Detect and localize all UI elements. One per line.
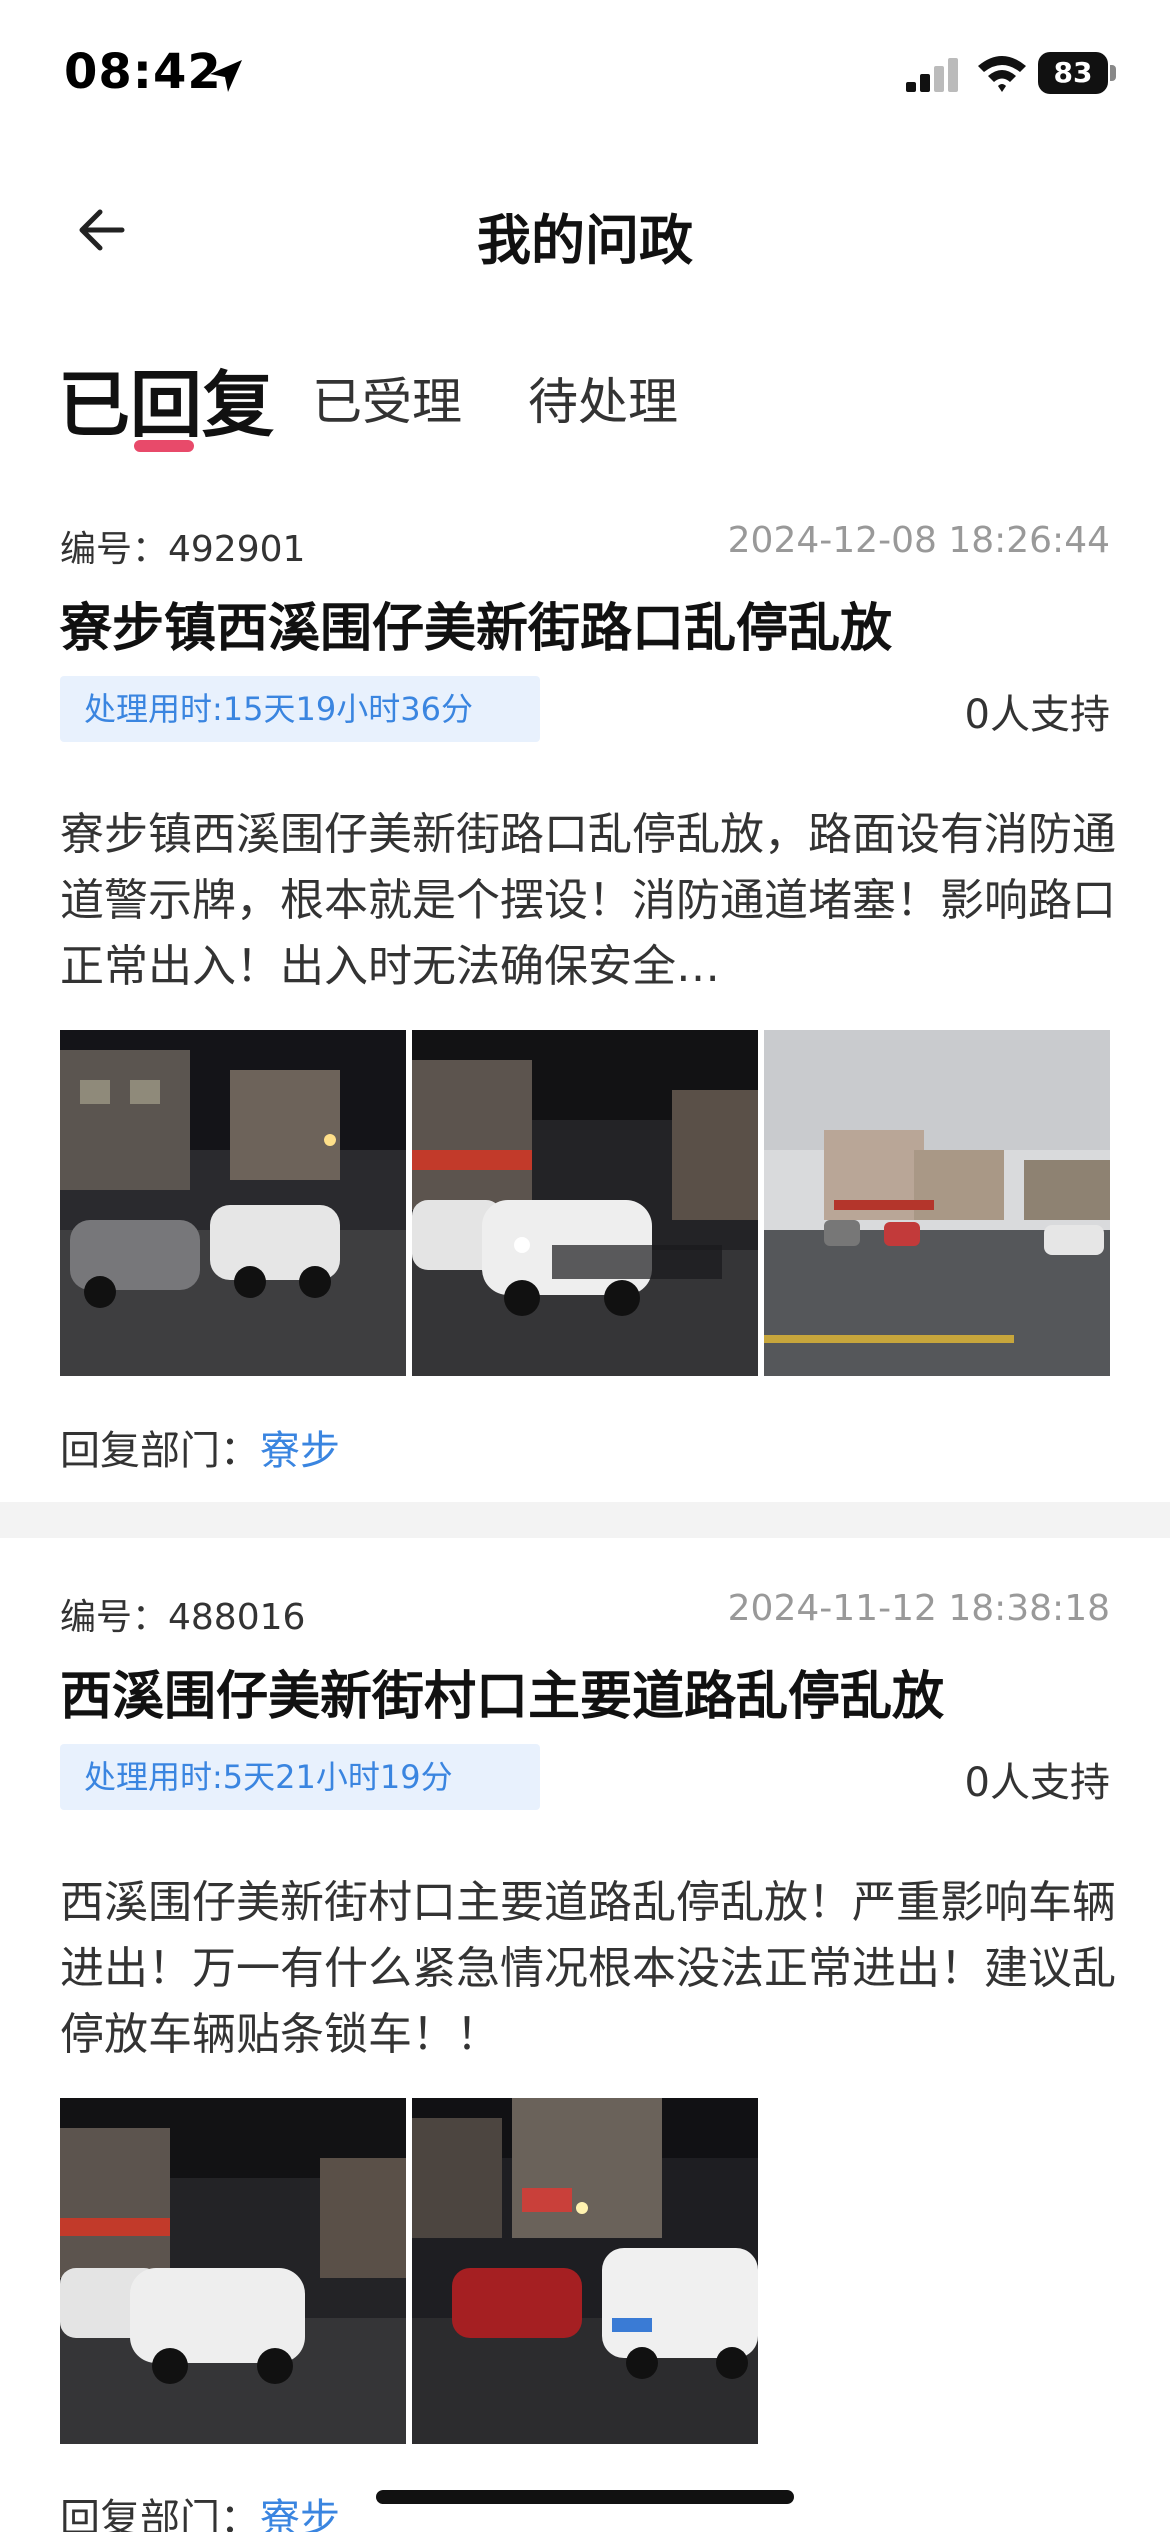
night-street-photo [412, 1030, 758, 1376]
home-indicator[interactable] [376, 2490, 794, 2504]
battery-icon: 83 [1038, 52, 1116, 94]
battery-level: 83 [1038, 52, 1108, 94]
complaint-id: 编号：488016 [60, 1597, 306, 1638]
processing-time-badge: 处理用时:5天21小时19分 [60, 1744, 540, 1810]
reply-department: 回复部门：寮步 [60, 2486, 340, 2532]
location-arrow-icon [210, 60, 242, 92]
complaint-title: 西溪围仔美新街村口主要道路乱停乱放 [60, 1667, 945, 1727]
tab-accepted[interactable]: 已受理 [312, 362, 462, 434]
complaint-body: 寮步镇西溪围仔美新街路口乱停乱放，路面设有消防通道警示牌，根本就是个摆设！消防通… [60, 809, 1116, 992]
card-divider [0, 1502, 1170, 1538]
reply-department-label: 回复部门： [60, 2496, 260, 2532]
status-bar: 08:42 83 [0, 0, 1170, 150]
reply-department-link[interactable]: 寮步 [260, 1428, 340, 1474]
complaint-time: 2024-11-12 18:38:18 [727, 1588, 1110, 1629]
photo-thumbnail[interactable] [764, 1030, 1110, 1376]
reply-department: 回复部门：寮步 [60, 1418, 340, 1476]
status-time: 08:42 [64, 44, 222, 100]
complaint-title: 寮步镇西溪围仔美新街路口乱停乱放 [60, 599, 893, 659]
photo-thumbnail[interactable] [60, 1030, 406, 1376]
reply-department-label: 回复部门： [60, 1428, 260, 1474]
photo-thumbnail[interactable] [412, 1030, 758, 1376]
photo-thumbnail[interactable] [60, 2098, 406, 2444]
wifi-icon [978, 56, 1026, 92]
support-count[interactable]: 0人支持 [965, 1750, 1110, 1808]
active-tab-indicator [134, 440, 194, 452]
complaint-body: 西溪围仔美新街村口主要道路乱停乱放！严重影响车辆进出！万一有什么紧急情况根本没法… [60, 1877, 1116, 2060]
support-count[interactable]: 0人支持 [965, 682, 1110, 740]
processing-time-badge: 处理用时:15天19小时36分 [60, 676, 540, 742]
photo-thumbnail[interactable] [412, 2098, 758, 2444]
night-street-photo [412, 2098, 758, 2444]
reply-department-link[interactable]: 寮步 [260, 2496, 340, 2532]
night-street-photo [60, 1030, 406, 1376]
complaint-time: 2024-12-08 18:26:44 [727, 520, 1110, 561]
night-street-photo [60, 2098, 406, 2444]
cellular-signal-icon [906, 58, 958, 92]
complaint-id: 编号：492901 [60, 529, 306, 570]
day-street-photo [764, 1030, 1110, 1376]
tab-replied[interactable]: 已回复 [58, 346, 274, 451]
page-title: 我的问政 [477, 209, 693, 272]
tab-pending[interactable]: 待处理 [528, 362, 678, 434]
